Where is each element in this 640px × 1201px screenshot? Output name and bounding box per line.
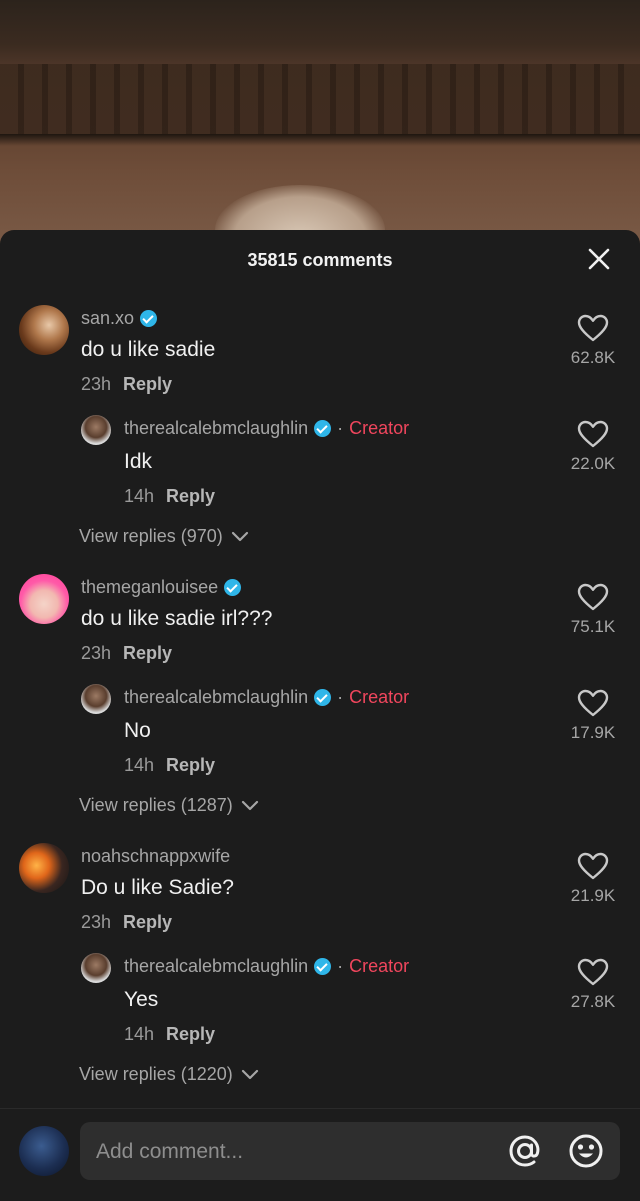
video-background: [0, 0, 640, 245]
comment-time: 23h: [81, 912, 112, 932]
heart-icon: [577, 420, 609, 448]
username-text: noahschnappxwife: [81, 846, 231, 866]
like-count: 75.1K: [570, 617, 616, 636]
verified-badge-icon: [314, 958, 332, 975]
shelf-molding: [0, 64, 640, 134]
smiley-face-icon: [569, 1134, 603, 1168]
comment-text: do u like sadie irl???: [81, 607, 273, 630]
comment-composer: [0, 1108, 640, 1201]
separator-dot: ·: [337, 687, 344, 707]
like-count: 62.8K: [570, 348, 616, 367]
heart-icon: [577, 314, 609, 342]
like-count: 22.0K: [570, 454, 616, 473]
verified-badge-icon: [314, 689, 332, 706]
reply-username[interactable]: therealcalebmclaughlin · Creator: [124, 687, 409, 708]
reply-time: 14h: [124, 755, 155, 775]
like-button[interactable]: 22.0K: [558, 420, 628, 474]
reply-text: Yes: [124, 988, 159, 1011]
reply-button[interactable]: Reply: [123, 374, 172, 394]
reply-time: 14h: [124, 486, 155, 506]
heart-icon: [577, 958, 609, 986]
reply-text: No: [124, 719, 151, 742]
comment-meta: 23h Reply: [81, 912, 172, 933]
reply-meta: 14h Reply: [124, 486, 215, 507]
comment-text: do u like sadie: [81, 338, 216, 361]
mention-button[interactable]: [506, 1132, 544, 1170]
comment-meta: 23h Reply: [81, 643, 172, 664]
avatar[interactable]: [19, 843, 69, 893]
comment-text: Do u like Sadie?: [81, 876, 234, 899]
heart-icon: [577, 689, 609, 717]
like-button[interactable]: 62.8K: [558, 314, 628, 368]
reply-username[interactable]: therealcalebmclaughlin · Creator: [124, 956, 409, 977]
reply-meta: 14h Reply: [124, 755, 215, 776]
reply-button[interactable]: Reply: [123, 643, 172, 663]
reply-avatar[interactable]: [81, 684, 111, 714]
view-replies-label: View replies (1220): [79, 1064, 233, 1084]
reply-button[interactable]: Reply: [123, 912, 172, 932]
reply-username[interactable]: therealcalebmclaughlin · Creator: [124, 418, 409, 439]
reply-avatar[interactable]: [81, 415, 111, 445]
view-replies-label: View replies (970): [79, 526, 223, 546]
like-button[interactable]: 21.9K: [558, 852, 628, 906]
heart-icon: [577, 852, 609, 880]
comment-username[interactable]: themeganlouisee: [81, 577, 242, 598]
shelf-shadow: [0, 134, 640, 146]
username-text: therealcalebmclaughlin: [124, 956, 309, 976]
my-avatar[interactable]: [19, 1126, 69, 1176]
view-replies-button[interactable]: View replies (1287): [79, 795, 259, 816]
comment-count: 35815 comments: [247, 250, 393, 270]
reply-text: Idk: [124, 450, 153, 473]
comment-time: 23h: [81, 374, 112, 394]
like-count: 17.9K: [570, 723, 616, 742]
separator-dot: ·: [337, 956, 344, 976]
username-text: therealcalebmclaughlin: [124, 687, 309, 707]
view-replies-button[interactable]: View replies (970): [79, 526, 249, 547]
creator-label: Creator: [349, 687, 410, 707]
comments-sheet: 35815 comments san.xo do u like sadie 23…: [0, 230, 640, 1200]
comment-input-box[interactable]: [80, 1122, 620, 1182]
at-sign-icon: [509, 1135, 540, 1167]
chevron-down-icon: [241, 800, 258, 810]
reply-button[interactable]: Reply: [166, 486, 215, 506]
avatar[interactable]: [19, 574, 69, 624]
creator-label: Creator: [349, 418, 410, 438]
creator-label: Creator: [349, 956, 410, 976]
heart-icon: [577, 583, 609, 611]
verified-badge-icon: [314, 420, 332, 437]
sheet-header: 35815 comments: [0, 230, 640, 290]
username-text: themeganlouisee: [81, 577, 219, 597]
like-button[interactable]: 27.8K: [558, 958, 628, 1012]
comment-time: 23h: [81, 643, 112, 663]
chevron-down-icon: [241, 1069, 258, 1079]
close-icon: [588, 248, 610, 270]
verified-badge-icon: [140, 310, 158, 327]
emoji-button[interactable]: [567, 1132, 605, 1170]
separator-dot: ·: [337, 418, 344, 438]
like-button[interactable]: 17.9K: [558, 689, 628, 743]
comment-username[interactable]: noahschnappxwife: [81, 846, 230, 867]
reply-button[interactable]: Reply: [166, 755, 215, 775]
avatar[interactable]: [19, 305, 69, 355]
view-replies-label: View replies (1287): [79, 795, 233, 815]
username-text: therealcalebmclaughlin: [124, 418, 309, 438]
username-text: san.xo: [81, 308, 135, 328]
chevron-down-icon: [231, 531, 248, 541]
like-count: 27.8K: [570, 992, 616, 1011]
view-replies-button[interactable]: View replies (1220): [79, 1064, 259, 1085]
comment-username[interactable]: san.xo: [81, 308, 158, 329]
close-button[interactable]: [584, 244, 614, 274]
comment-input[interactable]: [94, 1122, 488, 1182]
comment-meta: 23h Reply: [81, 374, 172, 395]
reply-button[interactable]: Reply: [166, 1024, 215, 1044]
like-count: 21.9K: [570, 886, 616, 905]
like-button[interactable]: 75.1K: [558, 583, 628, 637]
reply-meta: 14h Reply: [124, 1024, 215, 1045]
reply-time: 14h: [124, 1024, 155, 1044]
verified-badge-icon: [224, 579, 242, 596]
reply-avatar[interactable]: [81, 953, 111, 983]
shelf-top: [0, 0, 640, 64]
